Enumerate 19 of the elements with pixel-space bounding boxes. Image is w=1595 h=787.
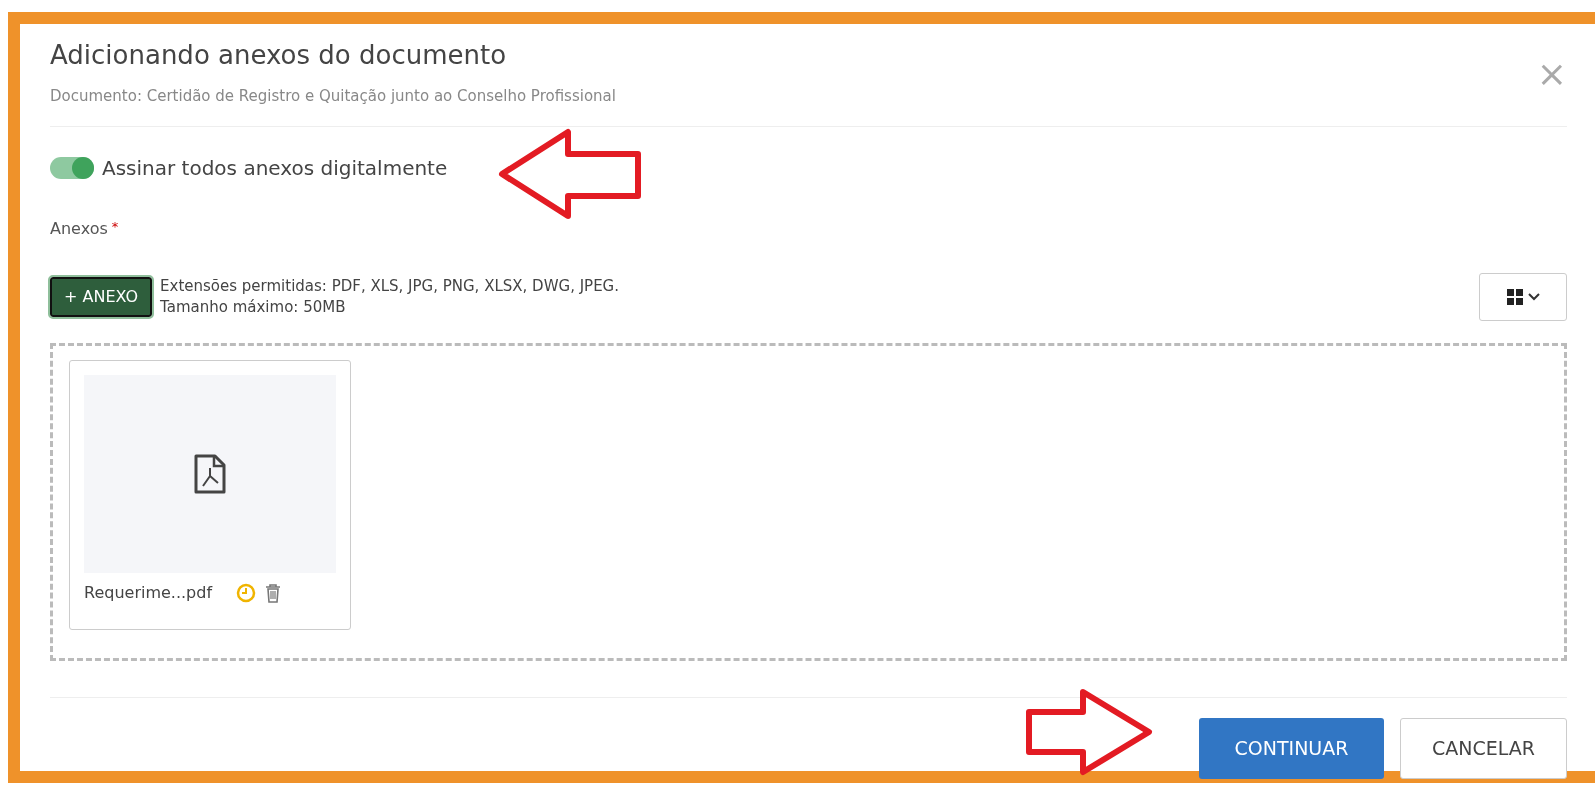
continue-button[interactable]: CONTINUAR <box>1199 717 1384 779</box>
grid-icon <box>1506 287 1524 306</box>
file-name: Requerime...pdf <box>84 581 213 604</box>
file-card[interactable]: Requerime...pdf <box>69 359 351 630</box>
toggle-switch[interactable] <box>50 156 94 179</box>
cancel-button[interactable]: CANCELAR <box>1400 717 1567 779</box>
pdf-file-icon <box>193 453 227 494</box>
toggle-label: Assinar todos anexos digitalmente <box>102 154 448 182</box>
caret-icon <box>1528 292 1540 301</box>
delete-icon[interactable] <box>264 582 283 603</box>
drop-zone[interactable]: Requerime...pdf <box>50 342 1567 661</box>
required-mark: * <box>111 217 119 236</box>
allowed-extensions-text: Extensões permitidas: PDF, XLS, JPG, PNG, XLSX, DWG, JPEG. <box>160 276 620 297</box>
field-label: Anexos <box>50 217 108 240</box>
view-toggle-button[interactable] <box>1479 272 1567 321</box>
max-size-text: Tamanho máximo: 50MB <box>160 296 347 317</box>
dialog-subtitle: Documento: Certidão de Registro e Quitação junto ao Conselho Profissional <box>50 86 616 108</box>
add-attachment-button[interactable]: + ANEXO <box>50 276 153 317</box>
dialog-title: Adicionando anexos do documento <box>50 40 508 72</box>
